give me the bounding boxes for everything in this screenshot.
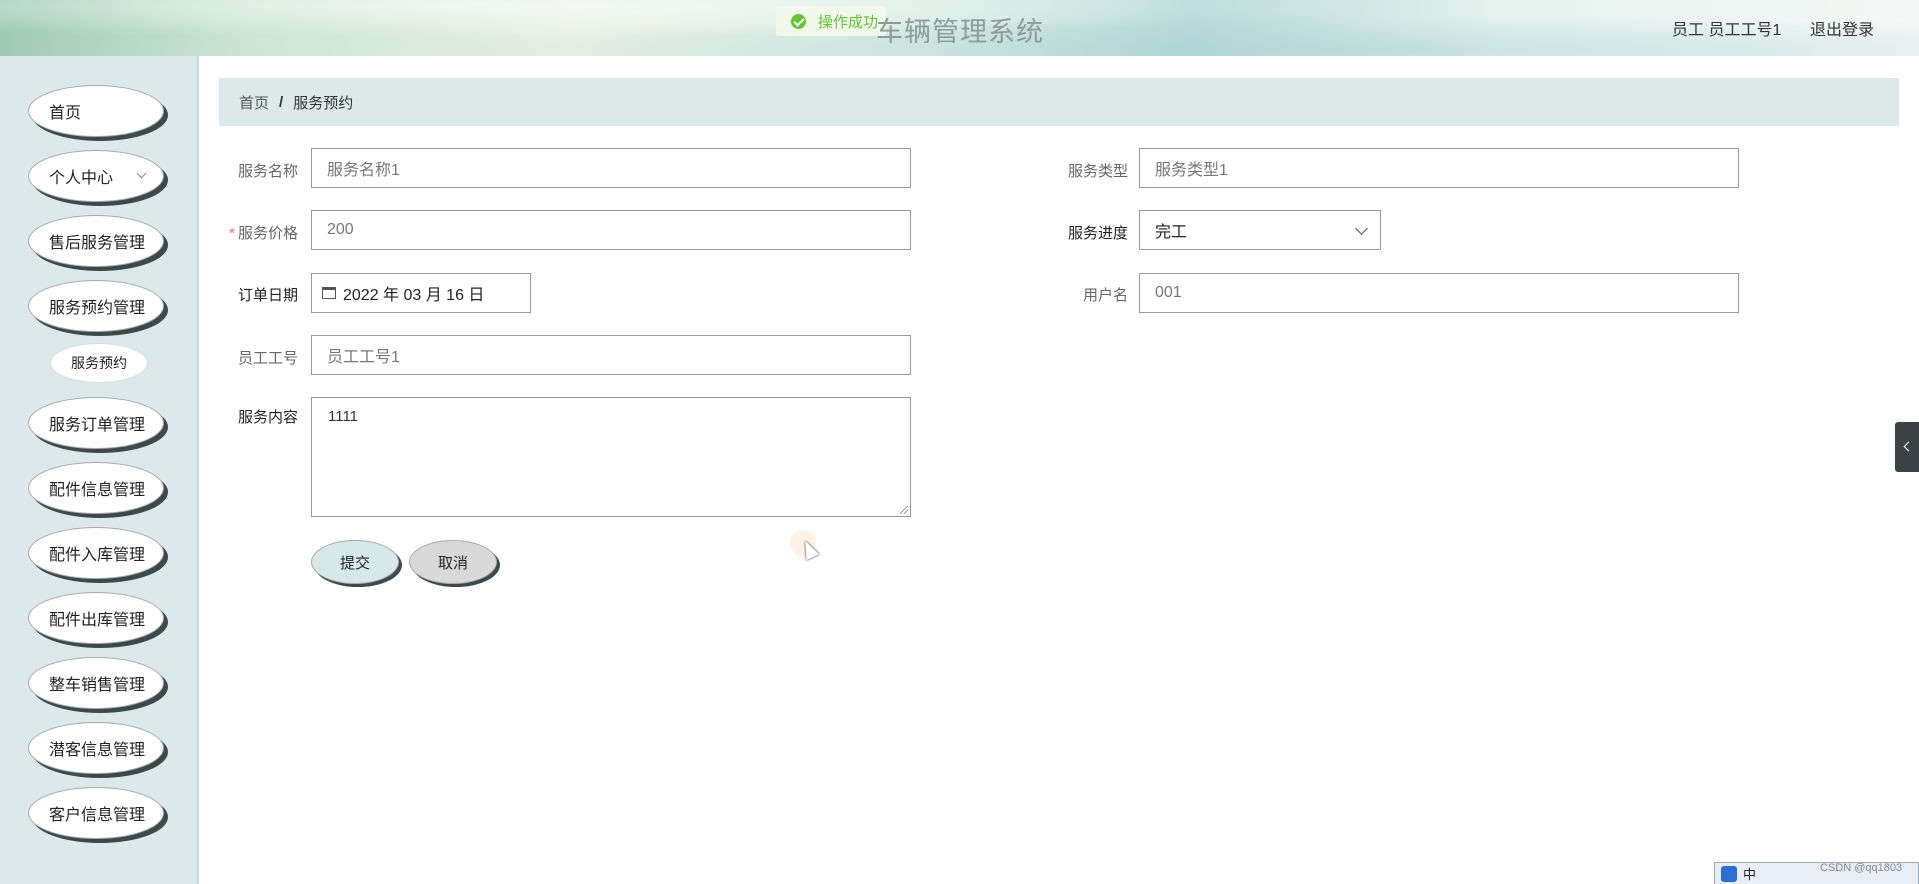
top-header: 操作成功 车辆管理系统 员工 员工工号1 退出登录 xyxy=(0,0,1919,56)
service-price-input[interactable]: 200 xyxy=(311,210,911,250)
sidebar-subitem-service-appointment[interactable]: 服务预约 xyxy=(50,343,148,383)
employee-no-input[interactable]: 员工工号1 xyxy=(311,335,911,375)
sidebar-item-label: 配件出库管理 xyxy=(49,612,146,629)
app-title: 车辆管理系统 xyxy=(876,17,1044,48)
sidebar-item-label: 售后服务管理 xyxy=(49,235,146,252)
check-circle-icon xyxy=(791,13,806,29)
success-toast: 操作成功 xyxy=(776,6,886,36)
service-type-label: 服务类型 xyxy=(1067,163,1128,180)
breadcrumb-separator: / xyxy=(279,93,284,111)
breadcrumb-home[interactable]: 首页 xyxy=(239,92,269,113)
service-price-label: 服务价格 xyxy=(237,225,298,242)
sidebar-item-parts-outbound[interactable]: 配件出库管理 xyxy=(28,592,164,644)
service-type-input[interactable]: 服务类型1 xyxy=(1139,148,1739,188)
ime-logo-icon xyxy=(1721,865,1737,882)
sidebar-item-label: 潜客信息管理 xyxy=(49,742,146,759)
user-info: 员工 员工工号1 xyxy=(1672,22,1782,39)
sidebar-item-label: 配件信息管理 xyxy=(49,482,146,499)
sidebar-item-personal-center[interactable]: 个人中心 xyxy=(28,150,164,202)
order-date-value: 2022 年 03 月 16 日 xyxy=(343,287,485,304)
service-progress-select[interactable]: 完工 xyxy=(1139,210,1381,250)
calendar-icon xyxy=(322,287,336,299)
sidebar-item-parts-inbound[interactable]: 配件入库管理 xyxy=(28,527,164,579)
chevron-down-icon xyxy=(1355,222,1368,235)
sidebar-item-parts-info[interactable]: 配件信息管理 xyxy=(28,462,164,514)
breadcrumb: 首页 / 服务预约 xyxy=(219,78,1899,126)
sidebar-item-label: 整车销售管理 xyxy=(49,677,146,694)
sidebar-item-label: 个人中心 xyxy=(49,170,114,187)
order-date-label: 订单日期 xyxy=(237,287,298,304)
resize-grip-icon[interactable] xyxy=(900,506,908,514)
cancel-button[interactable]: 取消 xyxy=(409,540,497,584)
breadcrumb-current: 服务预约 xyxy=(293,94,354,112)
sidebar-item-label: 服务预约管理 xyxy=(49,300,146,317)
sidebar-item-label: 配件入库管理 xyxy=(49,547,146,564)
sidebar-item-label: 服务订单管理 xyxy=(49,417,146,434)
order-date-input[interactable]: 2022 年 03 月 16 日 xyxy=(311,273,531,313)
chevron-down-icon xyxy=(136,168,147,179)
sidebar-item-customers[interactable]: 客户信息管理 xyxy=(28,787,164,839)
sidebar-item-after-sales[interactable]: 售后服务管理 xyxy=(28,215,164,267)
toast-message: 操作成功 xyxy=(818,13,879,31)
collapse-panel-tab[interactable] xyxy=(1895,422,1919,472)
sidebar-item-label: 首页 xyxy=(49,105,82,122)
service-price-label-wrap: * 服务价格 xyxy=(218,222,298,243)
service-content-label: 服务内容 xyxy=(237,409,298,426)
service-name-label: 服务名称 xyxy=(237,163,298,180)
sidebar-item-home[interactable]: 首页 xyxy=(28,85,164,137)
service-content-value: 1111 xyxy=(328,408,359,425)
service-progress-label: 服务进度 xyxy=(1067,225,1128,242)
sidebar-item-vehicle-sales[interactable]: 整车销售管理 xyxy=(28,657,164,709)
username-label: 用户名 xyxy=(1082,287,1128,304)
mouse-cursor-icon xyxy=(798,537,820,561)
required-mark: * xyxy=(229,225,235,242)
logout-link[interactable]: 退出登录 xyxy=(1810,16,1874,40)
service-progress-value: 完工 xyxy=(1155,224,1188,241)
watermark: CSDN @qq1803 xyxy=(1820,862,1903,874)
service-content-textarea[interactable]: 1111 xyxy=(311,397,911,517)
sidebar-item-service-appointment[interactable]: 服务预约管理 xyxy=(28,280,164,332)
service-name-input[interactable]: 服务名称1 xyxy=(311,148,911,188)
chevron-left-icon xyxy=(1903,441,1914,452)
ime-mode[interactable]: 中 xyxy=(1743,864,1756,883)
username-input[interactable]: 001 xyxy=(1139,273,1739,313)
employee-no-label: 员工工号 xyxy=(237,350,298,367)
sidebar-item-service-orders[interactable]: 服务订单管理 xyxy=(28,397,164,449)
submit-button[interactable]: 提交 xyxy=(311,540,399,584)
sidebar-item-label: 客户信息管理 xyxy=(49,807,146,824)
sidebar-item-prospects[interactable]: 潜客信息管理 xyxy=(28,722,164,774)
